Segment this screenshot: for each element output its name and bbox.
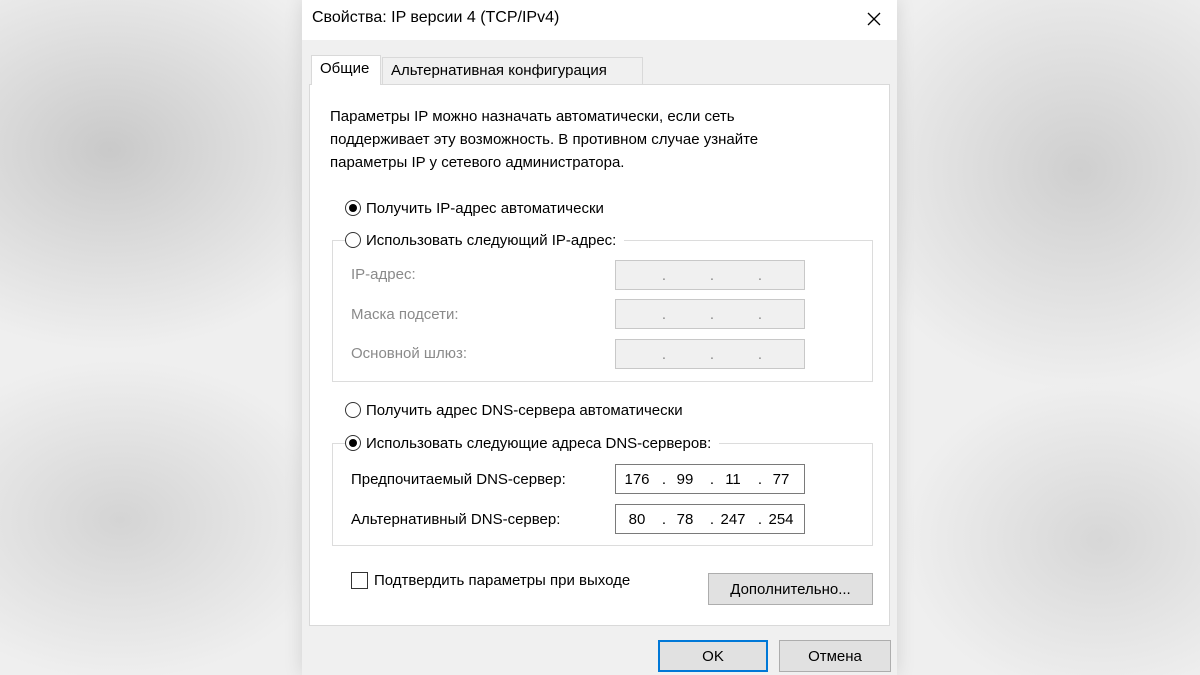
close-button[interactable]	[851, 0, 897, 38]
ip-manual-radio[interactable]	[345, 232, 361, 248]
dns-octet: 77	[772, 471, 790, 488]
tab-alternate-label: Альтернативная конфигурация	[391, 62, 607, 79]
validate-settings-label: Подтвердить параметры при выходе	[374, 571, 631, 589]
default-gateway-label: Основной шлюз:	[351, 345, 468, 362]
ip-auto-label: Получить IP-адрес автоматически	[366, 199, 604, 217]
ipv4-properties-dialog: Свойства: IP версии 4 (TCP/IPv4) Общие А…	[302, 0, 897, 675]
description-line: Параметры IP можно назначать автоматичес…	[330, 108, 735, 125]
description-text: Параметры IP можно назначать автоматичес…	[330, 105, 850, 174]
alternate-dns-label: Альтернативный DNS-сервер:	[351, 511, 561, 528]
validate-settings-row[interactable]: Подтвердить параметры при выходе	[351, 569, 630, 591]
alternate-dns-input[interactable]: 80 . 78 . 247 . 254	[615, 504, 805, 534]
dns-auto-radio[interactable]	[345, 402, 361, 418]
ip-manual-radio-row[interactable]: Использовать следующий IP-адрес:	[345, 229, 625, 251]
subnet-mask-label: Маска подсети:	[351, 306, 459, 323]
ip-dot: .	[661, 511, 667, 528]
description-line: параметры IP у сетевого администратора.	[330, 154, 625, 171]
close-icon	[867, 12, 881, 26]
ip-auto-radio-row[interactable]: Получить IP-адрес автоматически	[345, 197, 612, 219]
dns-manual-radio-row[interactable]: Использовать следующие адреса DNS-сервер…	[345, 432, 720, 454]
tab-general[interactable]: Общие	[311, 55, 381, 85]
ip-dot: .	[661, 306, 667, 323]
ip-dot: .	[757, 511, 763, 528]
ip-auto-radio[interactable]	[345, 200, 361, 216]
tab-alternate-configuration[interactable]: Альтернативная конфигурация	[382, 57, 643, 84]
default-gateway-input[interactable]: . . .	[615, 339, 805, 369]
preferred-dns-input[interactable]: 176 . 99 . 11 . 77	[615, 464, 805, 494]
ip-dot: .	[709, 267, 715, 284]
cancel-button[interactable]: Отмена	[779, 640, 891, 672]
dns-octet: 176	[624, 471, 650, 488]
ip-dot: .	[757, 306, 763, 323]
ip-dot: .	[661, 471, 667, 488]
dns-octet: 11	[725, 471, 741, 488]
dns-octet: 78	[676, 511, 694, 528]
ip-dot: .	[661, 346, 667, 363]
dns-octet: 99	[676, 471, 694, 488]
ip-dot: .	[757, 346, 763, 363]
ip-manual-label: Использовать следующий IP-адрес:	[366, 231, 617, 249]
ok-button[interactable]: OK	[658, 640, 768, 672]
ip-dot: .	[709, 511, 715, 528]
preferred-dns-label: Предпочитаемый DNS-сервер:	[351, 471, 566, 488]
advanced-button[interactable]: Дополнительно...	[708, 573, 873, 605]
ip-address-label: IP-адрес:	[351, 266, 416, 283]
dns-octet: 254	[768, 511, 794, 528]
ip-dot: .	[709, 471, 715, 488]
validate-settings-checkbox[interactable]	[351, 571, 368, 589]
ip-dot: .	[661, 267, 667, 284]
ip-dot: .	[757, 267, 763, 284]
dns-octet: 80	[628, 511, 646, 528]
description-line: поддерживает эту возможность. В противно…	[330, 131, 759, 148]
dns-auto-radio-row[interactable]: Получить адрес DNS-сервера автоматически	[345, 399, 691, 421]
dns-octet: 247	[720, 511, 746, 528]
ip-dot: .	[709, 306, 715, 323]
dns-manual-radio[interactable]	[345, 435, 361, 451]
title-bar[interactable]: Свойства: IP версии 4 (TCP/IPv4)	[302, 0, 897, 40]
subnet-mask-input[interactable]: . . .	[615, 299, 805, 329]
dialog-title: Свойства: IP версии 4 (TCP/IPv4)	[312, 9, 560, 26]
ip-address-input[interactable]: . . .	[615, 260, 805, 290]
ip-dot: .	[757, 471, 763, 488]
ip-dot: .	[709, 346, 715, 363]
dns-auto-label: Получить адрес DNS-сервера автоматически	[366, 401, 683, 419]
tab-general-label: Общие	[320, 60, 370, 77]
general-tab-panel: Параметры IP можно назначать автоматичес…	[309, 84, 890, 626]
dns-manual-label: Использовать следующие адреса DNS-сервер…	[366, 434, 712, 452]
